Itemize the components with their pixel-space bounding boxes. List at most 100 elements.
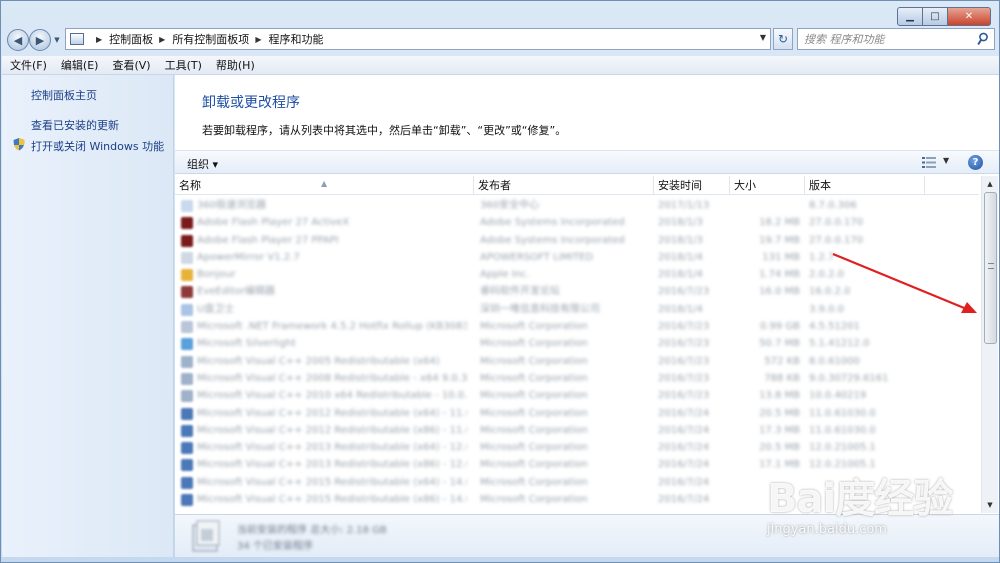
program-icon bbox=[181, 442, 193, 455]
cell-version: 1.2.7 bbox=[809, 251, 835, 263]
help-icon[interactable]: ? bbox=[968, 155, 983, 170]
cell-install-date: 2016/7/24 bbox=[658, 494, 710, 506]
scrollbar-thumb[interactable] bbox=[984, 192, 997, 344]
back-button[interactable]: ◀ bbox=[7, 29, 29, 51]
close-button[interactable]: ✕ bbox=[948, 7, 991, 26]
table-row[interactable]: 360极速浏览器 360安全中心 2017/1/13 8.7.0.306 bbox=[175, 197, 979, 214]
search-icon[interactable] bbox=[977, 32, 989, 46]
menu-view[interactable]: 查看(V) bbox=[112, 57, 150, 73]
cell-name: Microsoft Visual C++ 2013 Redistributabl… bbox=[197, 459, 467, 471]
column-header-install-date[interactable]: 安装时间 bbox=[654, 176, 730, 195]
cell-publisher: Adobe Systems Incorporated bbox=[480, 234, 625, 246]
maximize-button[interactable]: □ bbox=[923, 7, 948, 26]
cell-size: 13.8 MB bbox=[759, 390, 800, 402]
forward-arrow-icon: ▶ bbox=[35, 33, 45, 47]
cell-version bbox=[809, 493, 921, 506]
cell-name: Microsoft Visual C++ 2013 Redistributabl… bbox=[197, 442, 467, 454]
cell-version: 10.0.40219 bbox=[809, 390, 867, 402]
cell-publisher: Microsoft Corporation bbox=[480, 442, 588, 454]
table-row[interactable]: Microsoft Visual C++ 2008 Redistributabl… bbox=[175, 370, 979, 387]
column-header-version[interactable]: 版本 bbox=[805, 176, 925, 195]
link-control-panel-home[interactable]: 控制面板主页 bbox=[31, 87, 97, 103]
recent-pages-dropdown[interactable]: ▼ bbox=[51, 29, 63, 51]
address-bar[interactable]: ▶ 控制面板 ▶ 所有控制面板项 ▶ 程序和功能 ▼ bbox=[65, 28, 771, 50]
table-row[interactable]: Microsoft Visual C++ 2010 x64 Redistribu… bbox=[175, 387, 979, 404]
cell-publisher: Microsoft Corporation bbox=[480, 494, 588, 506]
breadcrumb-control-panel[interactable]: 控制面板 bbox=[109, 31, 153, 47]
cell-name: Adobe Flash Player 27 PPAPI bbox=[197, 234, 339, 246]
cell-size: 17.3 MB bbox=[759, 424, 800, 436]
table-row[interactable]: U盘卫士 深圳一唯信息科技有限公司 2018/1/4 3.9.0.0 bbox=[175, 301, 979, 318]
program-icon bbox=[181, 251, 193, 264]
cell-version: 9.0.30729.6161 bbox=[809, 372, 889, 384]
table-row[interactable]: Microsoft .NET Framework 4.5.2 Hotfix Ro… bbox=[175, 318, 979, 335]
vertical-scrollbar[interactable]: ▲ ▼ bbox=[981, 176, 998, 513]
cell-version bbox=[809, 476, 921, 489]
column-header-name[interactable]: 名称 ▲ bbox=[175, 176, 474, 195]
organize-button[interactable]: 组织 ▾ bbox=[187, 156, 218, 172]
link-turn-windows-features[interactable]: 打开或关闭 Windows 功能 bbox=[31, 138, 164, 154]
menu-tools[interactable]: 工具(T) bbox=[165, 57, 202, 73]
minimize-button[interactable]: ▁ bbox=[897, 7, 923, 26]
cell-name: 360极速浏览器 bbox=[197, 200, 267, 211]
cell-publisher: Microsoft Corporation bbox=[480, 407, 588, 419]
program-features-window: ▁ □ ✕ ◀ ▶ ▼ ▶ 控制面板 ▶ 所有控制面板项 ▶ 程序和功能 ▼ ↻… bbox=[0, 0, 1000, 563]
breadcrumb-separator-icon[interactable]: ▶ bbox=[159, 35, 165, 44]
column-header-publisher[interactable]: 发布者 bbox=[474, 176, 654, 195]
cell-version: 11.0.61030.0 bbox=[809, 424, 876, 436]
table-row[interactable]: Adobe Flash Player 27 ActiveX Adobe Syste… bbox=[175, 214, 979, 231]
cell-size: 18.2 MB bbox=[759, 217, 800, 229]
cell-publisher: Microsoft Corporation bbox=[480, 459, 588, 471]
breadcrumb-programs[interactable]: 程序和功能 bbox=[268, 31, 323, 47]
table-row[interactable]: Microsoft Visual C++ 2015 Redistributabl… bbox=[175, 474, 979, 491]
table-row[interactable]: Microsoft Silverlight Microsoft Corporati… bbox=[175, 335, 979, 352]
link-view-installed-updates[interactable]: 查看已安装的更新 bbox=[31, 117, 119, 133]
menu-edit[interactable]: 编辑(E) bbox=[61, 57, 99, 73]
installed-programs-icon bbox=[192, 520, 220, 552]
search-input[interactable]: 搜索 程序和功能 bbox=[797, 28, 995, 50]
table-row[interactable]: Microsoft Visual C++ 2012 Redistributabl… bbox=[175, 422, 979, 439]
scroll-up-icon[interactable]: ▲ bbox=[982, 176, 998, 192]
breadcrumb-separator-icon[interactable]: ▶ bbox=[96, 35, 102, 44]
address-dropdown-icon[interactable]: ▼ bbox=[760, 33, 766, 42]
cell-name: Microsoft Visual C++ 2012 Redistributabl… bbox=[197, 407, 467, 419]
back-arrow-icon: ◀ bbox=[13, 33, 23, 47]
view-dropdown-icon[interactable]: ▼ bbox=[943, 156, 949, 165]
cell-size bbox=[734, 476, 800, 489]
table-row[interactable]: Microsoft Visual C++ 2013 Redistributabl… bbox=[175, 439, 979, 456]
table-row[interactable]: Adobe Flash Player 27 PPAPI Adobe Systems… bbox=[175, 232, 979, 249]
cell-name: Microsoft Visual C++ 2005 Redistributabl… bbox=[197, 355, 440, 367]
view-options-icon[interactable] bbox=[922, 157, 936, 168]
forward-button[interactable]: ▶ bbox=[29, 29, 51, 51]
table-row[interactable]: Microsoft Visual C++ 2005 Redistributabl… bbox=[175, 353, 979, 370]
cell-install-date: 2016/7/24 bbox=[658, 476, 710, 488]
cell-install-date: 2016/7/23 bbox=[658, 338, 710, 350]
breadcrumb-all-items[interactable]: 所有控制面板项 bbox=[172, 31, 249, 47]
table-row[interactable]: EveEditor编辑器 睿码软件开发论坛 2016/7/23 16.0 MB 16.0… bbox=[175, 283, 979, 300]
cell-install-date: 2018/1/4 bbox=[658, 269, 703, 281]
menu-file[interactable]: 文件(F) bbox=[10, 57, 47, 73]
cell-name: Microsoft Visual C++ 2015 Redistributabl… bbox=[197, 494, 467, 506]
breadcrumb-separator-icon[interactable]: ▶ bbox=[255, 35, 261, 44]
cell-name: Microsoft Visual C++ 2012 Redistributabl… bbox=[197, 424, 467, 436]
menu-bar: 文件(F) 编辑(E) 查看(V) 工具(T) 帮助(H) bbox=[2, 56, 999, 75]
list-rows: 360极速浏览器 360安全中心 2017/1/13 8.7.0.306 Adobe F… bbox=[175, 197, 979, 508]
cell-size: 788 KB bbox=[764, 372, 800, 384]
refresh-button[interactable]: ↻ bbox=[773, 28, 793, 50]
cell-size: 572 KB bbox=[764, 355, 800, 367]
programs-list: 名称 ▲ 发布者 安装时间 大小 版本 360极速浏览器 360安全中心 2017/1… bbox=[175, 176, 979, 513]
list-header: 名称 ▲ 发布者 安装时间 大小 版本 bbox=[175, 176, 979, 195]
program-icon bbox=[181, 269, 193, 282]
table-row[interactable]: Microsoft Visual C++ 2015 Redistributabl… bbox=[175, 491, 979, 508]
table-row[interactable]: ApowerMirror V1.2.7 APOWERSOFT LIMITED 201… bbox=[175, 249, 979, 266]
scroll-down-icon[interactable]: ▼ bbox=[982, 497, 998, 513]
cell-version: 4.5.51201 bbox=[809, 321, 860, 333]
column-header-size[interactable]: 大小 bbox=[730, 176, 805, 195]
cell-install-date: 2018/1/4 bbox=[658, 303, 703, 315]
table-row[interactable]: Bonjour Apple Inc. 2018/1/4 1.74 MB 2.0.2.0 bbox=[175, 266, 979, 283]
table-row[interactable]: Microsoft Visual C++ 2012 Redistributabl… bbox=[175, 405, 979, 422]
menu-help[interactable]: 帮助(H) bbox=[216, 57, 255, 73]
cell-install-date: 2016/7/23 bbox=[658, 390, 710, 402]
cell-publisher: Microsoft Corporation bbox=[480, 476, 588, 488]
table-row[interactable]: Microsoft Visual C++ 2013 Redistributabl… bbox=[175, 456, 979, 473]
